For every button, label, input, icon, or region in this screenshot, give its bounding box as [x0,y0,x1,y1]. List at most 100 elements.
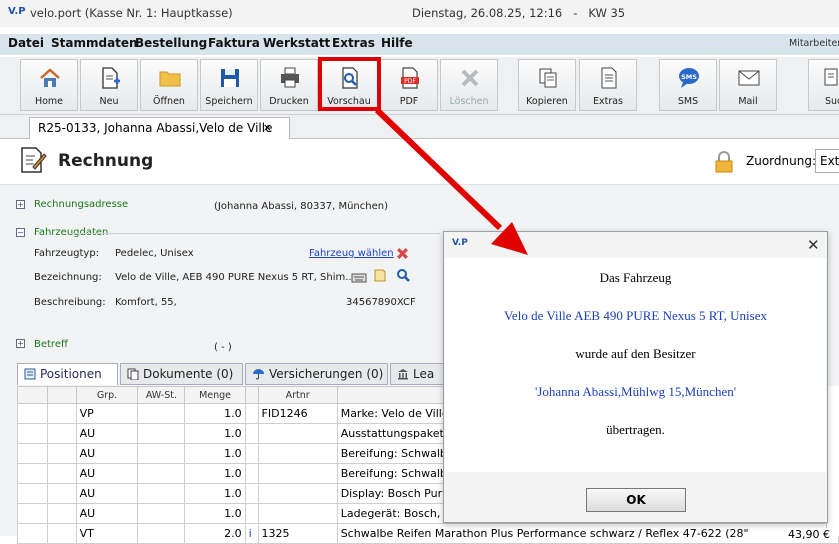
row-cell-marker[interactable] [244,503,259,524]
menu-faktura[interactable]: Faktura [208,36,260,50]
row-cell-text[interactable]: Schwalbe Reifen Marathon Plus Performanc… [336,523,839,544]
row-cell-aw-st[interactable] [137,523,186,544]
row-cell-blank[interactable] [47,523,77,544]
pdf-button[interactable]: PDF PDF [380,59,438,111]
collapse-fahrzeugdaten-icon[interactable]: − [16,228,25,237]
rechnungsadresse-label[interactable]: Rechnungsadresse [34,199,128,210]
row-cell-blank[interactable] [16,403,49,424]
row-cell-blank[interactable] [16,483,49,504]
home-icon [40,68,60,87]
row-cell-grp[interactable]: AU [75,423,139,444]
message-vehicle: Velo de Ville AEB 490 PURE Nexus 5 RT, U… [503,308,767,323]
fahrzeug-waehlen-link[interactable]: Fahrzeug wählen [309,248,394,259]
remove-vehicle-icon[interactable] [396,247,409,260]
menu-datei[interactable]: Datei [8,36,44,50]
print-button[interactable]: Drucken [260,59,318,111]
row-cell-menge[interactable]: 1.0 [184,463,246,484]
expand-rechnungsadresse-icon[interactable]: + [16,200,25,209]
row-cell-artnr[interactable] [257,423,338,444]
row-cell-menge[interactable]: 1.0 [184,403,246,424]
note-icon[interactable] [373,268,387,283]
tab-positionen[interactable]: Positionen [17,363,118,385]
svg-text:PDF: PDF [404,78,416,85]
search-icon[interactable] [396,268,411,283]
search-list-icon [824,68,838,86]
row-cell-artnr[interactable] [257,483,338,504]
menu-stammdaten[interactable]: Stammdaten [51,36,138,50]
menu-bestellung[interactable]: Bestellung [135,36,207,50]
new-button[interactable]: Neu [80,59,138,111]
row-cell-blank[interactable] [47,403,77,424]
column-header-artnr[interactable]: Artnr [257,386,338,404]
row-cell-marker[interactable] [244,443,259,464]
row-cell-grp[interactable]: AU [75,443,139,464]
row-cell-artnr[interactable]: 1325 [257,523,338,544]
fahrzeugtyp-value: Pedelec, Unisex [115,248,194,259]
row-cell-aw-st[interactable] [137,423,186,444]
row-cell-menge[interactable]: 1.0 [184,443,246,464]
tab-dokumente[interactable]: Dokumente (0) [120,363,243,385]
row-cell-blank[interactable] [47,483,77,504]
row-cell-artnr[interactable] [257,443,338,464]
row-cell-menge[interactable]: 1.0 [184,503,246,524]
search-button[interactable]: Suc [808,59,839,111]
row-cell-aw-st[interactable] [137,443,186,464]
open-button[interactable]: Öffnen [140,59,198,111]
row-cell-blank[interactable] [16,503,49,524]
tab-versicherungen[interactable]: Versicherungen (0) [245,363,388,385]
document-tab[interactable]: R25-0133, Johanna Abassi,Velo de Ville × [29,117,290,139]
row-cell-marker[interactable] [244,483,259,504]
row-cell-grp[interactable]: AU [75,463,139,484]
row-cell-blank[interactable] [47,463,77,484]
row-cell-marker[interactable] [244,403,259,424]
row-cell-aw-st[interactable] [137,483,186,504]
row-cell-menge[interactable]: 1.0 [184,423,246,444]
table-row[interactable]: VT 2.0 i 1325 Schwalbe Reifen Marathon Plus … [16,523,839,544]
expand-betreff-icon[interactable]: + [16,339,25,348]
row-cell-aw-st[interactable] [137,403,186,424]
close-tab-icon[interactable]: × [263,121,272,134]
row-cell-blank[interactable] [16,443,49,464]
row-cell-marker[interactable]: i [244,523,259,544]
copy-icon [539,68,557,88]
section-divider [70,233,440,234]
row-cell-blank[interactable] [16,423,49,444]
row-cell-grp[interactable]: AU [75,503,139,524]
save-button[interactable]: Speichern [200,59,258,111]
column-header-aw-st[interactable]: AW-St. [137,386,186,404]
delete-button[interactable]: Löschen [440,59,498,111]
zuordnung-select[interactable]: Exte [815,149,839,173]
row-cell-marker[interactable] [244,463,259,484]
home-button[interactable]: Home [20,59,78,111]
mail-button[interactable]: Mail [719,59,777,111]
betreff-label[interactable]: Betreff [34,339,68,350]
row-cell-artnr[interactable] [257,503,338,524]
tab-leasing[interactable]: Lea [390,363,450,385]
row-cell-blank[interactable] [47,443,77,464]
row-cell-marker[interactable] [244,423,259,444]
sms-button[interactable]: SMS SMS [659,59,717,111]
row-cell-artnr[interactable] [257,463,338,484]
extras-button[interactable]: Extras [579,59,637,111]
row-cell-aw-st[interactable] [137,463,186,484]
column-header-menge[interactable]: Menge [184,386,246,404]
close-icon[interactable]: ✕ [807,236,820,254]
row-cell-grp[interactable]: AU [75,483,139,504]
row-cell-blank[interactable] [47,503,77,524]
ok-button[interactable]: OK [586,488,686,512]
menu-werkstatt[interactable]: Werkstatt [263,36,330,50]
row-cell-aw-st[interactable] [137,503,186,524]
keyboard-icon[interactable] [351,269,367,284]
row-cell-blank[interactable] [16,463,49,484]
menu-extras[interactable]: Extras [332,36,375,50]
row-cell-blank[interactable] [47,423,77,444]
column-header-grp[interactable]: Grp. [75,386,139,404]
menu-hilfe[interactable]: Hilfe [381,36,413,50]
row-cell-menge[interactable]: 1.0 [184,483,246,504]
row-cell-grp[interactable]: VP [75,403,139,424]
row-cell-artnr[interactable]: FID1246 [257,403,338,424]
copy-button[interactable]: Kopieren [518,59,576,111]
row-cell-grp[interactable]: VT [75,523,139,544]
row-cell-blank[interactable] [16,523,49,544]
row-cell-menge[interactable]: 2.0 [184,523,246,544]
